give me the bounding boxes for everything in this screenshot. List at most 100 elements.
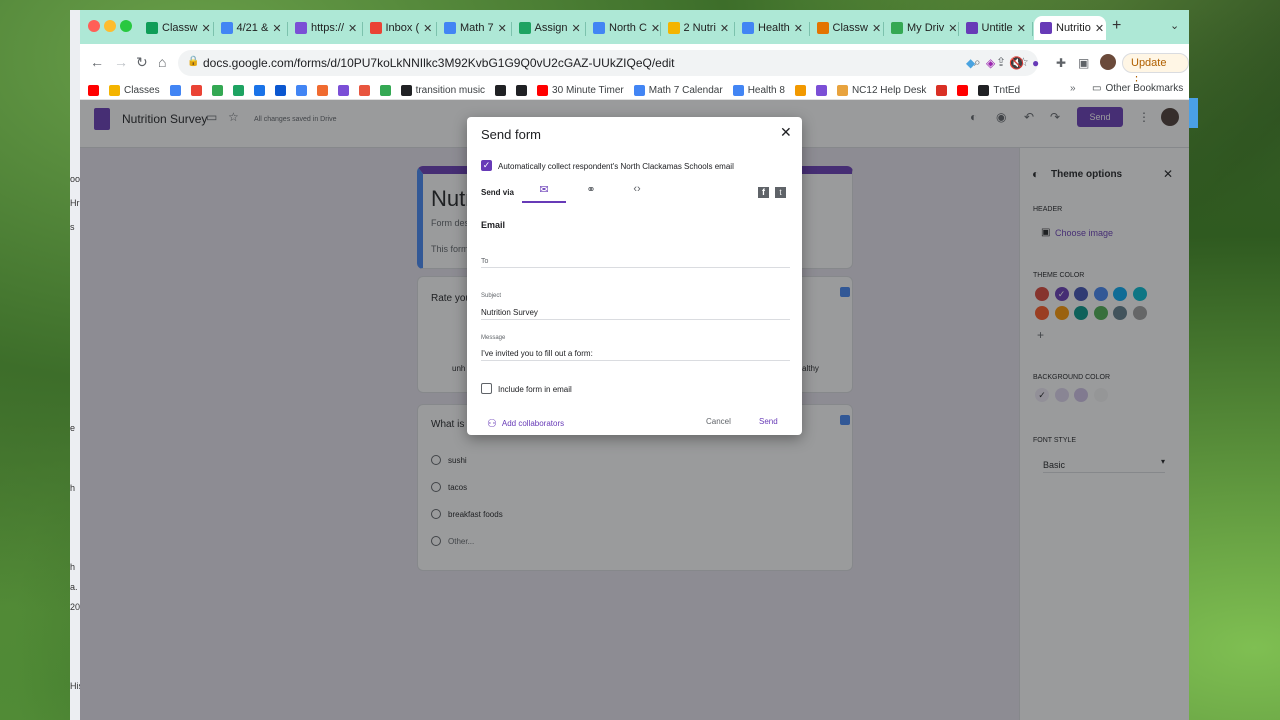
tab-item[interactable]: Math 7 ✕	[438, 16, 510, 40]
bookmark-item[interactable]: Math 7 Calendar	[633, 85, 723, 96]
bookmark-item[interactable]	[957, 85, 969, 96]
send-via-label: Send via	[481, 188, 514, 197]
bookmark-favicon-icon	[169, 85, 181, 96]
bookmark-item[interactable]	[169, 85, 181, 96]
tab-close-icon[interactable]: ✕	[1095, 22, 1104, 35]
tab-email[interactable]: ✉	[522, 183, 566, 203]
forward-icon[interactable]: →	[114, 54, 128, 70]
extension-icon[interactable]: ◆	[966, 56, 975, 70]
bookmark-item[interactable]	[190, 85, 202, 96]
close-icon[interactable]: ✕	[780, 124, 792, 141]
tab-separator	[287, 22, 288, 36]
tab-item[interactable]: Assign ✕	[513, 16, 585, 40]
twitter-icon[interactable]: t	[775, 187, 786, 198]
extension-icon[interactable]: ◈	[986, 56, 995, 70]
bookmark-item[interactable]: Classes	[109, 85, 160, 96]
tab-item[interactable]: Nutritio ✕	[1034, 16, 1106, 40]
bookmark-item[interactable]	[295, 85, 307, 96]
tab-close-icon[interactable]: ✕	[423, 22, 432, 35]
mute-icon[interactable]: 🔇	[1009, 56, 1024, 70]
bookmark-item[interactable]	[88, 85, 99, 96]
bookmark-item[interactable]	[794, 85, 806, 96]
tab-item[interactable]: North C ✕	[587, 16, 659, 40]
tab-search-chevron-icon[interactable]: ⌄	[1170, 19, 1179, 32]
tab-close-icon[interactable]: ✕	[720, 22, 729, 35]
bookmark-item[interactable]	[337, 85, 349, 96]
back-icon[interactable]: ←	[90, 54, 104, 70]
include-form-checkbox[interactable]	[481, 383, 492, 394]
bookmark-item[interactable]	[253, 85, 265, 96]
extension-icon[interactable]: ●	[1032, 56, 1039, 70]
bookmark-favicon-icon	[936, 85, 948, 96]
bookmark-item[interactable]	[316, 85, 328, 96]
tab-close-icon[interactable]: ✕	[572, 22, 581, 35]
share-icon[interactable]: ⇪	[996, 55, 1006, 69]
address-bar[interactable]: 🔒 docs.google.com/forms/d/10PU7koLkNNIlk…	[178, 50, 1038, 76]
facebook-icon[interactable]: f	[758, 187, 769, 198]
to-field[interactable]: To	[481, 252, 790, 268]
extensions-puzzle-icon[interactable]: ✚	[1056, 56, 1066, 70]
bookmark-item[interactable]	[232, 85, 244, 96]
subject-field[interactable]: Nutrition Survey	[481, 304, 790, 320]
tab-item[interactable]: My Driv ✕	[885, 16, 957, 40]
bookmark-item[interactable]	[815, 85, 827, 96]
bookmark-item[interactable]	[211, 85, 223, 96]
browser-toolbar: ← → ↻ ⌂ 🔒 docs.google.com/forms/d/10PU7k…	[80, 44, 1189, 87]
bookmark-item[interactable]	[516, 85, 528, 96]
tab-item[interactable]: 2 Nutri ✕	[662, 16, 734, 40]
tab-close-icon[interactable]: ✕	[651, 22, 659, 35]
sidebar-icon[interactable]: ▣	[1078, 56, 1089, 70]
reload-icon[interactable]: ↻	[136, 54, 148, 71]
minimize-window-button[interactable]	[104, 20, 116, 32]
tab-item[interactable]: 4/21 & ✕	[215, 16, 287, 40]
tab-favicon-icon	[146, 22, 158, 34]
bookmark-item[interactable]	[379, 85, 391, 96]
tab-item[interactable]: Inbox (✕	[364, 16, 436, 40]
tab-item[interactable]: Untitle ✕	[960, 16, 1032, 40]
bookmark-item[interactable]	[495, 85, 507, 96]
tab-close-icon[interactable]: ✕	[498, 22, 507, 35]
profile-avatar[interactable]	[1100, 54, 1116, 70]
tab-item[interactable]: Health ✕	[736, 16, 808, 40]
bookmark-label: TntEd	[993, 85, 1021, 96]
tab-item[interactable]: https://✕	[289, 16, 361, 40]
tab-link[interactable]: ⚭	[579, 183, 603, 203]
cancel-button[interactable]: Cancel	[706, 417, 731, 426]
bookmark-item[interactable]: 30 Minute Timer	[537, 85, 624, 96]
tab-label: Math 7	[460, 22, 494, 34]
bookmarks-more-icon[interactable]: »	[1070, 83, 1076, 94]
new-tab-button[interactable]: +	[1112, 17, 1121, 35]
tab-item[interactable]: Classw ✕	[140, 16, 212, 40]
bg-text: h	[70, 562, 76, 572]
tab-close-icon[interactable]: ✕	[1017, 22, 1026, 35]
bookmark-item[interactable]: transition music	[400, 85, 485, 96]
bookmark-item[interactable]	[358, 85, 370, 96]
update-button[interactable]: Update ⋮	[1122, 53, 1189, 87]
other-bookmarks-folder[interactable]: ▭ Other Bookmarks	[1092, 83, 1183, 94]
maximize-window-button[interactable]	[120, 20, 132, 32]
bookmark-favicon-icon	[379, 85, 391, 96]
tab-close-icon[interactable]: ✕	[201, 22, 210, 35]
bookmark-item[interactable]: TntEd	[978, 85, 1020, 96]
add-collaborators-button[interactable]: ⚇ Add collaborators	[487, 417, 564, 430]
tab-favicon-icon	[220, 22, 233, 34]
tab-item[interactable]: Classw ✕	[811, 16, 883, 40]
bookmark-item[interactable]	[936, 85, 948, 96]
message-field[interactable]: I've invited you to fill out a form:	[481, 345, 790, 361]
tab-close-icon[interactable]: ✕	[348, 22, 357, 35]
tab-label: Untitle	[981, 22, 1013, 34]
bookmark-item[interactable]: Health 8	[732, 85, 785, 96]
bookmark-favicon-icon	[537, 85, 549, 96]
tab-embed[interactable]: ‹›	[625, 183, 649, 203]
close-window-button[interactable]	[88, 20, 100, 32]
bookmark-item[interactable]	[274, 85, 286, 96]
collect-email-checkbox[interactable]: ✓	[481, 160, 492, 171]
tab-close-icon[interactable]: ✕	[272, 22, 281, 35]
tab-close-icon[interactable]: ✕	[794, 22, 803, 35]
tab-close-icon[interactable]: ✕	[872, 22, 881, 35]
bookmark-favicon-icon	[190, 85, 202, 96]
send-button[interactable]: Send	[759, 417, 778, 426]
bookmark-item[interactable]: NC12 Help Desk	[836, 85, 926, 96]
tab-close-icon[interactable]: ✕	[948, 22, 957, 35]
home-icon[interactable]: ⌂	[158, 54, 166, 70]
